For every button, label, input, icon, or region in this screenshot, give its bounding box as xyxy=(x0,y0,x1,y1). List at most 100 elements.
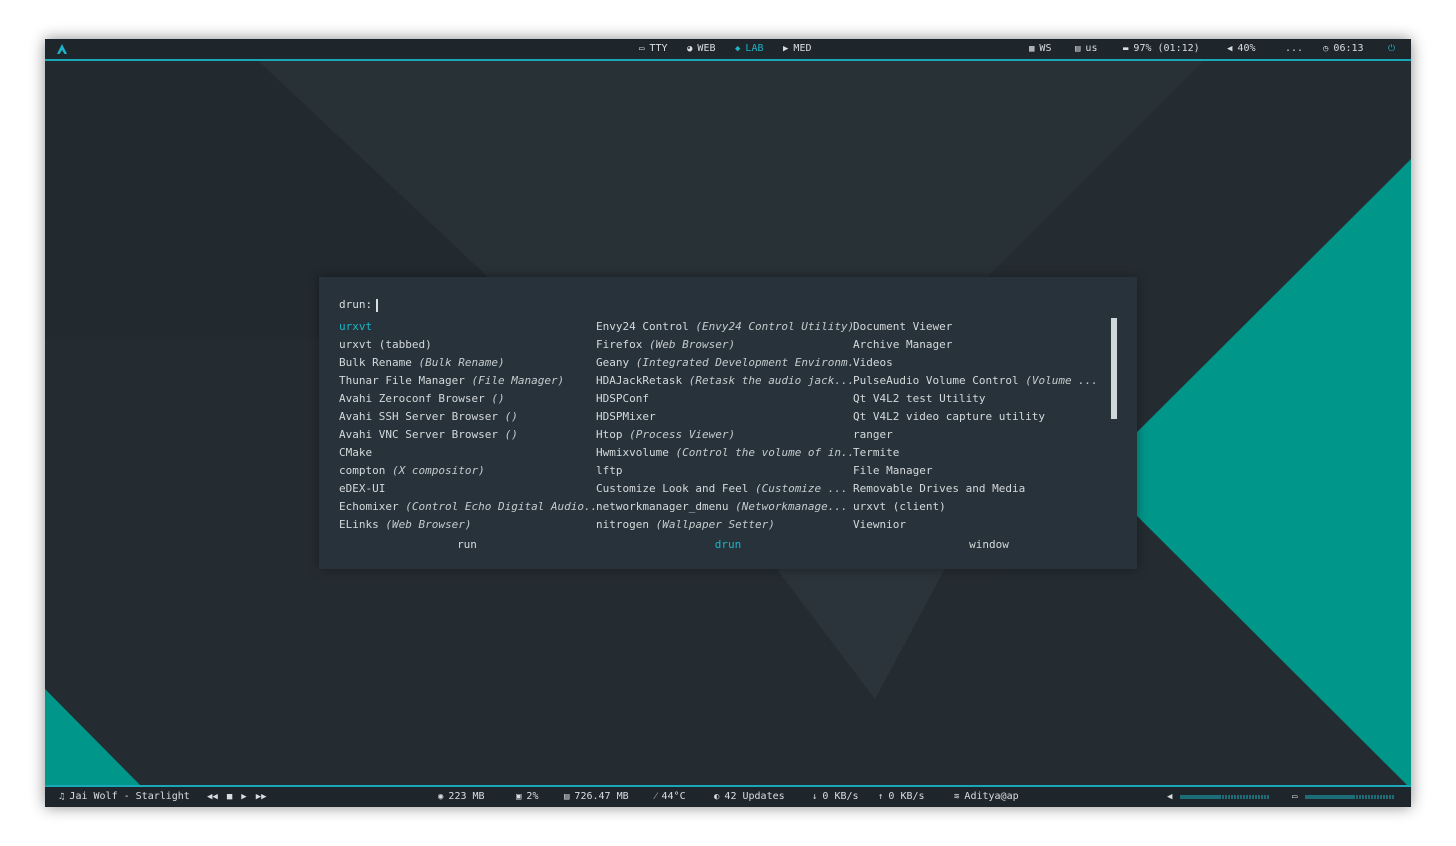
music-note-icon: ♫ xyxy=(59,792,65,802)
volume-indicator[interactable]: ◀ 40% xyxy=(1227,39,1255,59)
disk-icon: ▤ xyxy=(564,792,570,802)
entry-name: Viewnior xyxy=(853,518,906,531)
launcher-entry[interactable]: urxvt xyxy=(339,318,596,336)
keyboard-indicator[interactable]: ▤ us xyxy=(1075,39,1097,59)
updates-indicator[interactable]: ◐ 42 Updates xyxy=(714,787,785,807)
entry-name: Hwmixvolume xyxy=(596,446,669,459)
power-icon[interactable]: ⏻ xyxy=(1388,39,1395,59)
launcher-entry[interactable]: Termite xyxy=(853,444,1103,462)
play-icon[interactable]: ▶ xyxy=(241,787,246,807)
launcher-entry[interactable]: File Manager xyxy=(853,462,1103,480)
memory-indicator[interactable]: ◉ 223 MB xyxy=(438,787,485,807)
launcher-entry[interactable]: Avahi VNC Server Browser () xyxy=(339,426,596,444)
entry-description: (Web Browser) xyxy=(385,518,472,531)
launcher-entry[interactable]: Archive Manager xyxy=(853,336,1103,354)
mode-run[interactable]: run xyxy=(407,537,527,553)
clock[interactable]: ◷ 06:13 xyxy=(1323,39,1364,59)
launcher-entry[interactable]: Qt V4L2 test Utility xyxy=(853,390,1103,408)
launcher-prompt[interactable]: drun: xyxy=(339,297,379,313)
wifi-indicator[interactable]: ≋ Aditya@ap xyxy=(954,787,1019,807)
launcher-entry[interactable]: Firefox (Web Browser) xyxy=(596,336,853,354)
entry-name: Removable Drives and Media xyxy=(853,482,1026,495)
workspace-web[interactable]: ◕ WEB xyxy=(687,39,715,59)
entry-description: (Retask the audio jack... xyxy=(688,374,853,387)
launcher-entry[interactable]: Bulk Rename (Bulk Rename) xyxy=(339,354,596,372)
brightness-slider[interactable] xyxy=(1305,795,1396,799)
mode-window[interactable]: window xyxy=(929,537,1049,553)
launcher-entry[interactable]: Customize Look and Feel (Customize ... xyxy=(596,480,853,498)
launcher-entry[interactable]: eDEX-UI xyxy=(339,480,596,498)
entry-name: Envy24 Control xyxy=(596,320,689,333)
launcher-entry[interactable]: CMake xyxy=(339,444,596,462)
disk-indicator[interactable]: ▤ 726.47 MB xyxy=(564,787,629,807)
launcher-entry[interactable]: Avahi Zeroconf Browser () xyxy=(339,390,596,408)
launcher-entry[interactable]: HDSPMixer xyxy=(596,408,853,426)
mode-drun[interactable]: drun xyxy=(668,537,788,553)
next-icon[interactable]: ▶▶ xyxy=(256,787,267,807)
compass-icon: ◕ xyxy=(687,44,693,54)
launcher-entry[interactable]: Envy24 Control (Envy24 Control Utility) xyxy=(596,318,853,336)
entry-name: lftp xyxy=(596,464,623,477)
launcher-entry[interactable]: Removable Drives and Media xyxy=(853,480,1103,498)
entry-name: Bulk Rename xyxy=(339,356,412,369)
launcher-entry[interactable]: HDSPConf xyxy=(596,390,853,408)
layout-indicator[interactable]: ▦ WS xyxy=(1029,39,1051,59)
launcher-entry[interactable]: lftp xyxy=(596,462,853,480)
launcher-entry[interactable]: nitrogen (Wallpaper Setter) xyxy=(596,516,853,534)
launcher-entry[interactable]: networkmanager_dmenu (Networkmanage... xyxy=(596,498,853,516)
workspace-med[interactable]: ▶ MED xyxy=(783,39,811,59)
speaker-icon: ◀ xyxy=(1227,44,1233,54)
launcher-column-3: Document Viewer Archive Manager Videos Puls… xyxy=(853,318,1103,534)
entry-name: Videos xyxy=(853,356,893,369)
stop-icon[interactable]: ■ xyxy=(227,787,232,807)
launcher-entry[interactable]: ranger xyxy=(853,426,1103,444)
arch-logo-icon[interactable] xyxy=(57,39,67,59)
battery-indicator[interactable]: ▬ 97% (01:12) xyxy=(1123,39,1200,59)
keyboard-label: us xyxy=(1085,43,1098,54)
upload-indicator[interactable]: ↑ 0 KB/s xyxy=(878,787,925,807)
launcher-entry[interactable]: Viewnior xyxy=(853,516,1103,534)
launcher-entry[interactable]: urxvt (tabbed) xyxy=(339,336,596,354)
workspace-label: MED xyxy=(793,43,812,54)
entry-description: (Web Browser) xyxy=(648,338,736,351)
download-indicator[interactable]: ↓ 0 KB/s xyxy=(812,787,859,807)
launcher-entry[interactable]: Htop (Process Viewer) xyxy=(596,426,853,444)
launcher-entry[interactable]: HDAJackRetask (Retask the audio jack... xyxy=(596,372,853,390)
launcher-entry[interactable]: Geany (Integrated Development Environm..… xyxy=(596,354,853,372)
keyboard-icon: ▤ xyxy=(1075,44,1081,54)
music-player[interactable]: ♫ Jai Wolf - Starlight xyxy=(59,787,190,807)
launcher-entry[interactable]: urxvt (client) xyxy=(853,498,1103,516)
volume-slider[interactable] xyxy=(1180,795,1271,799)
launcher-entry[interactable]: PulseAudio Volume Control (Volume ... xyxy=(853,372,1103,390)
text-cursor[interactable] xyxy=(376,298,379,312)
upload-label: 0 KB/s xyxy=(888,791,925,802)
network-label: ... xyxy=(1285,43,1304,54)
launcher-entry[interactable]: Document Viewer xyxy=(853,318,1103,336)
launcher-scrollbar[interactable] xyxy=(1111,318,1117,419)
launcher-entry[interactable]: Videos xyxy=(853,354,1103,372)
launcher-entry[interactable]: Qt V4L2 video capture utility xyxy=(853,408,1103,426)
entry-name: CMake xyxy=(339,446,373,459)
entry-name: Thunar File Manager xyxy=(339,374,465,387)
temperature-indicator[interactable]: ⁄ 44°C xyxy=(655,787,686,807)
update-icon: ◐ xyxy=(714,792,720,802)
cpu-indicator[interactable]: ▣ 2% xyxy=(516,787,538,807)
wifi-icon: ≋ xyxy=(954,792,960,802)
speaker-icon: ◀ xyxy=(1167,792,1173,802)
updates-label: 42 Updates xyxy=(724,791,785,802)
launcher-entry[interactable]: compton (X compositor) xyxy=(339,462,596,480)
entry-name: networkmanager_dmenu xyxy=(596,500,729,513)
entry-description: (Integrated Development Environm... xyxy=(635,356,853,369)
launcher-entry[interactable]: Avahi SSH Server Browser () xyxy=(339,408,596,426)
launcher-entry[interactable]: ELinks (Web Browser) xyxy=(339,516,596,534)
workspace-tty[interactable]: ▭ TTY xyxy=(639,39,667,59)
entry-name: Customize Look and Feel xyxy=(596,482,749,495)
launcher-entry[interactable]: Hwmixvolume (Control the volume of in... xyxy=(596,444,853,462)
workspace-lab[interactable]: ◆ LAB xyxy=(735,39,763,59)
launcher-entry[interactable]: Thunar File Manager (File Manager) xyxy=(339,372,596,390)
workspace-label: TTY xyxy=(649,43,668,54)
download-label: 0 KB/s xyxy=(822,791,859,802)
launcher-entry[interactable]: Echomixer (Control Echo Digital Audio... xyxy=(339,498,596,516)
previous-icon[interactable]: ◀◀ xyxy=(207,787,218,807)
network-indicator[interactable]: ... xyxy=(1285,39,1303,59)
